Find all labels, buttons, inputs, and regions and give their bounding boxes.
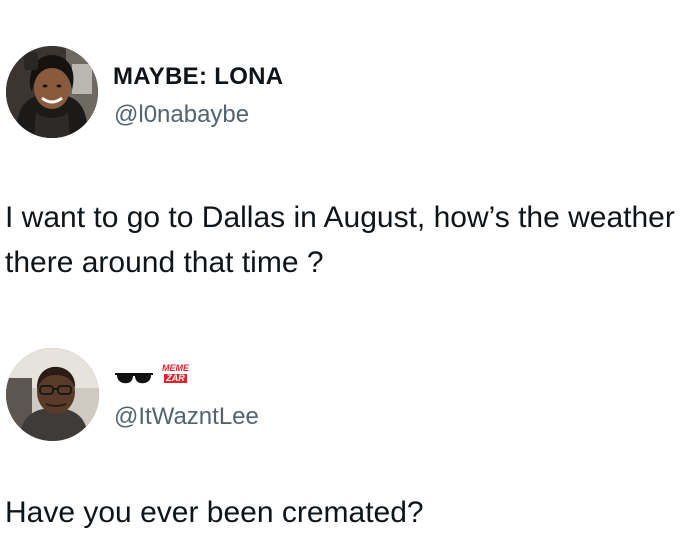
avatar-itwazntlee[interactable]	[6, 348, 99, 441]
sunglasses-emoji-icon	[115, 373, 153, 384]
tweet-text: I want to go to Dallas in August, how’s …	[5, 201, 675, 279]
badge-line-2: ZAR	[164, 373, 187, 383]
tweet-card-itwazntlee: MEME ZAR @ItWazntLee Have you ever been …	[0, 330, 696, 550]
display-name[interactable]: MAYBE: LONA	[113, 63, 283, 91]
user-handle[interactable]: @ItWazntLee	[114, 403, 259, 431]
display-name-emoji[interactable]	[114, 363, 154, 393]
avatar-lona[interactable]	[6, 46, 98, 138]
tweet-text: Have you ever been cremated?	[5, 496, 424, 529]
profile-photo-man-icon	[6, 348, 99, 441]
memezar-badge-icon: MEME ZAR	[162, 364, 189, 383]
profile-photo-woman-icon	[6, 46, 98, 138]
badge-line-1: MEME	[162, 363, 189, 373]
user-handle[interactable]: @l0nabaybe	[114, 101, 249, 129]
tweet-card-lona: MAYBE: LONA @l0nabaybe I want to go to D…	[0, 0, 696, 330]
